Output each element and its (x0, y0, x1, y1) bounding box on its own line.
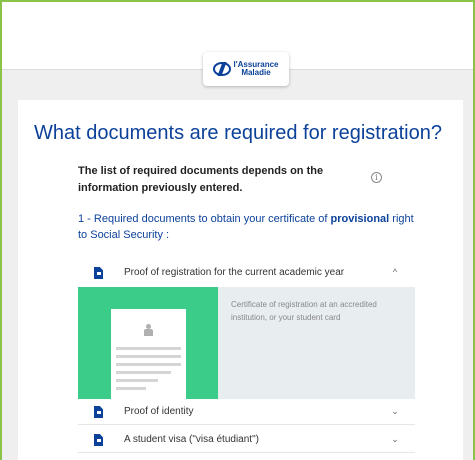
logo-mark-icon (213, 62, 232, 76)
info-icon[interactable]: i (371, 172, 382, 183)
accordion-panel: Certificate of registration at an accred… (78, 287, 415, 399)
step-prefix: 1 - Required documents to obtain your ce… (78, 213, 331, 225)
document-icon (94, 267, 103, 279)
panel-description: Certificate of registration at an accred… (231, 300, 377, 322)
accordion-label: Proof of identity (124, 406, 194, 417)
step-heading: 1 - Required documents to obtain your ce… (78, 211, 423, 243)
chevron-up-icon: ^ (392, 267, 398, 277)
chevron-down-icon: ⌄ (391, 434, 399, 444)
document-icon (94, 434, 103, 446)
logo-line-2: Maladie (241, 68, 271, 77)
document-icon (94, 406, 103, 418)
accordion-item-identity[interactable]: Proof of identity ⌄ (78, 399, 415, 425)
illustration-background (78, 287, 218, 399)
document-illustration (111, 309, 186, 399)
page-title: What documents are required for registra… (34, 122, 442, 144)
accordion-label: Proof of registration for the current ac… (124, 267, 345, 278)
logo-text: l'Assurance Maladie (233, 61, 278, 77)
step-bold: provisional (330, 213, 390, 225)
chevron-down-icon: ⌄ (391, 406, 399, 416)
accordion-item-visa[interactable]: A student visa ("visa étudiant") ⌄ (78, 427, 415, 453)
page-subtitle: The list of required documents depends o… (78, 165, 324, 194)
accordion-item-registration[interactable]: Proof of registration for the current ac… (78, 260, 415, 286)
person-icon (143, 324, 154, 336)
assurance-maladie-logo[interactable]: l'Assurance Maladie (203, 52, 289, 86)
accordion-label: A student visa ("visa étudiant") (124, 434, 259, 445)
